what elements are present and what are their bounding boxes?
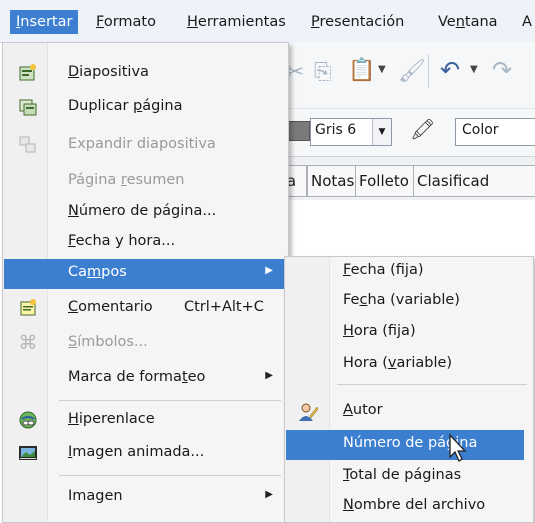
menu-insertar[interactable]: Insertar xyxy=(10,10,79,34)
duplicate-slide-icon xyxy=(19,99,37,116)
paste-icon[interactable]: 📋 xyxy=(348,58,375,83)
menu-item-expandir-diapositiva[interactable]: Expandir diapositiva xyxy=(4,131,287,161)
submenu-arrow-icon: ▶ xyxy=(265,370,273,381)
paste-dropdown-icon[interactable]: ▼ xyxy=(378,64,386,75)
fill-color-swatch xyxy=(288,121,310,141)
area-fill-icon[interactable]: 🖍 xyxy=(410,117,435,141)
tab-folleto[interactable]: Folleto xyxy=(355,165,415,197)
comentario-shortcut: Ctrl+Alt+C xyxy=(184,299,264,315)
standard-toolbar: ✂ ⎘ 📋 ▼ 🖌 ↶ ▼ ↷ xyxy=(260,42,535,108)
submenu-item-hora-fija[interactable]: Hora (fija) xyxy=(286,318,526,348)
menu-item-imagen-animada[interactable]: Imagen animada... xyxy=(4,439,287,469)
comment-icon xyxy=(20,299,36,316)
submenu-item-total-de-paginas[interactable]: Total de páginas xyxy=(286,462,526,492)
redo-icon[interactable]: ↷ xyxy=(492,56,512,84)
menu-item-imagen[interactable]: Imagen ▶ xyxy=(4,483,287,513)
fill-color-value: Gris 6 xyxy=(315,122,357,138)
menu-item-hiperenlace[interactable]: Hiperenlace xyxy=(4,406,287,436)
copy-icon[interactable]: ⎘ xyxy=(314,60,332,85)
menu-item-pagina-resumen[interactable]: Página resumen xyxy=(4,167,287,197)
mouse-cursor-icon xyxy=(449,433,467,462)
undo-icon[interactable]: ↶ xyxy=(440,56,460,84)
menu-herramientas[interactable]: Herramientas xyxy=(181,10,292,34)
insert-menu: Diapositiva Duplicar página Expandir dia… xyxy=(2,42,289,523)
new-slide-icon xyxy=(19,64,36,81)
undo-dropdown-icon[interactable]: ▼ xyxy=(470,64,478,75)
submenu-item-numero-de-pagina[interactable]: Número de página xyxy=(286,430,524,460)
menu-formato[interactable]: Formato xyxy=(90,10,162,34)
submenu-item-autor[interactable]: Autor xyxy=(286,397,526,427)
menu-presentacion[interactable]: Presentación xyxy=(305,10,410,34)
submenu-arrow-icon: ▶ xyxy=(265,489,273,500)
campos-submenu: Fecha (fija) Fecha (variable) Hora (fija… xyxy=(284,256,534,523)
author-icon xyxy=(299,403,318,421)
toolbar-separator xyxy=(428,54,429,88)
submenu-arrow-icon: ▶ xyxy=(265,265,273,276)
submenu-item-hora-variable[interactable]: Hora (variable) xyxy=(286,350,526,380)
menu-bar: Insertar Formato Herramientas Presentaci… xyxy=(0,0,535,43)
submenu-item-fecha-variable[interactable]: Fecha (variable) xyxy=(286,287,526,317)
animated-image-icon xyxy=(19,446,37,460)
submenu-item-nombre-del-archivo[interactable]: Nombre del archivo xyxy=(286,492,526,522)
menu-item-diapositiva[interactable]: Diapositiva xyxy=(4,59,287,89)
clone-formatting-icon[interactable]: 🖌 xyxy=(398,59,426,84)
menu-item-simbolos[interactable]: ⌘ Símbolos... xyxy=(4,329,287,359)
menu-ayuda[interactable]: A xyxy=(516,10,535,34)
menu-item-duplicar-pagina[interactable]: Duplicar página xyxy=(4,93,287,123)
menu-item-numero-de-pagina[interactable]: Número de página... xyxy=(4,198,287,228)
color-mode-value: Color xyxy=(462,122,499,138)
menu-item-marca-de-formateo[interactable]: Marca de formateo ▶ xyxy=(4,364,287,394)
symbols-icon: ⌘ xyxy=(18,332,38,354)
submenu-separator xyxy=(337,384,527,385)
expand-slide-icon xyxy=(19,136,36,153)
menu-item-comentario[interactable]: Comentario Ctrl+Alt+C xyxy=(4,294,287,324)
color-mode-select[interactable]: Color xyxy=(455,118,535,146)
tab-clasificador[interactable]: Clasificad xyxy=(413,165,535,197)
chevron-down-icon[interactable]: ▼ xyxy=(372,119,391,145)
line-fill-toolbar: Gris 6 ▼ 🖍 Color xyxy=(260,108,535,157)
hyperlink-icon xyxy=(19,411,37,429)
menu-item-campos[interactable]: Campos ▶ xyxy=(4,259,287,289)
tab-notas[interactable]: Notas xyxy=(307,165,357,197)
menu-ventana[interactable]: Ventana xyxy=(432,10,504,34)
submenu-item-fecha-fija[interactable]: Fecha (fija) xyxy=(286,257,526,287)
menu-item-fecha-y-hora[interactable]: Fecha y hora... xyxy=(4,228,287,258)
menu-separator xyxy=(59,400,281,401)
menu-separator xyxy=(59,475,281,476)
fill-color-select[interactable]: Gris 6 ▼ xyxy=(310,118,392,146)
view-tabs-bar: ema Notas Folleto Clasificad xyxy=(260,156,535,202)
